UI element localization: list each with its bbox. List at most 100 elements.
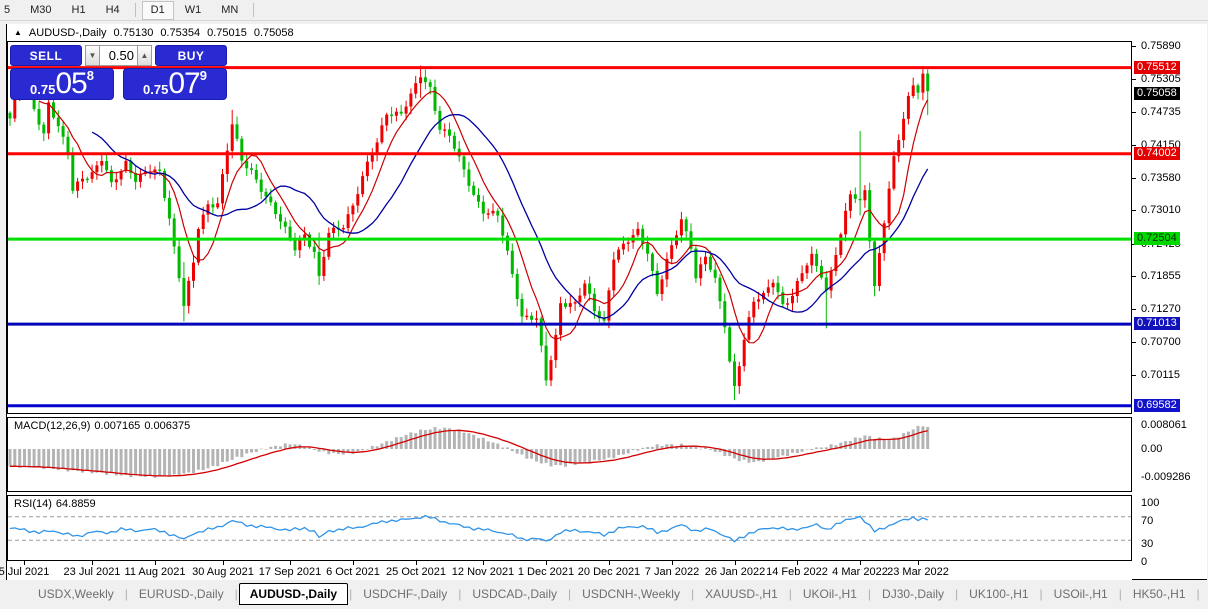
sell-price-prefix: 0.75	[30, 82, 55, 97]
price-level-badge: 0.75512	[1134, 61, 1180, 74]
timeframe-button-mn[interactable]: MN	[212, 1, 247, 20]
timeframe-button-w1[interactable]: W1	[176, 1, 211, 20]
date-tick-mark	[918, 561, 919, 565]
tab-separator: |	[1196, 587, 1201, 601]
chart-tab-dj30[interactable]: DJ30-,Daily	[872, 584, 954, 604]
date-tick-mark	[860, 561, 861, 565]
price-level-badge: 0.71013	[1134, 317, 1180, 330]
date-tick-mark	[223, 561, 224, 565]
price-tick-label: 0.70115	[1141, 369, 1180, 381]
price-level-badge: 0.72504	[1134, 232, 1180, 245]
timeframe-toolbar: 5M30H1H4 D1W1MN	[0, 0, 1208, 21]
price-tick-mark	[1132, 276, 1136, 277]
date-tick-mark	[290, 561, 291, 565]
chart-tab-usoil[interactable]: USOil-,H1	[1044, 584, 1118, 604]
date-tick-mark	[24, 561, 25, 565]
chart-tab-xauusd[interactable]: XAUUSD-,H1	[695, 584, 788, 604]
price-tick-mark	[1132, 375, 1136, 376]
collapse-arrow-icon[interactable]: ▲	[14, 28, 22, 37]
chart-tab-ukoil[interactable]: UKOil-,H1	[793, 584, 867, 604]
volume-increase-button[interactable]: ▲	[137, 45, 152, 66]
price-tick-label: 0.70700	[1141, 336, 1181, 348]
rsi-scale-label: 70	[1141, 515, 1153, 527]
price-tick-label: 0.71855	[1141, 270, 1181, 282]
chart-tab-audusd[interactable]: AUDUSD-,Daily	[239, 583, 348, 605]
volume-input[interactable]: 0.50	[100, 45, 137, 66]
ohlc-low: 0.75015	[207, 27, 247, 39]
chart-tab-usdcad[interactable]: USDCAD-,Daily	[462, 584, 567, 604]
arrow-down-icon: ▼	[89, 51, 97, 60]
timeframe-button-m30[interactable]: M30	[21, 1, 60, 20]
macd-header: MACD(12,26,9)0.0071650.006375	[14, 420, 194, 432]
price-tick-mark	[1132, 342, 1136, 343]
chart-tab-eurusd[interactable]: EURUSD-,Daily	[129, 584, 234, 604]
timeframe-button-5[interactable]: 5	[1, 1, 19, 20]
price-level-badge: 0.74002	[1134, 147, 1180, 160]
price-tick-label: 0.73580	[1141, 172, 1181, 184]
rsi-scale-label: 30	[1141, 538, 1153, 550]
buy-button[interactable]: BUY	[155, 45, 227, 66]
date-tick-mark	[609, 561, 610, 565]
chart-tab-usdchf[interactable]: USDCHF-,Daily	[353, 584, 457, 604]
tab-separator: |	[234, 587, 239, 601]
toolbar-separator	[135, 3, 136, 17]
buy-price-big-digits: 07	[168, 71, 199, 97]
chart-tab-usdcnh[interactable]: USDCNH-,Weekly	[572, 584, 690, 604]
date-tick-mark	[672, 561, 673, 565]
macd-scale-label: 0.00	[1141, 443, 1162, 455]
volume-spinner: ▼ 0.50 ▲	[85, 45, 152, 66]
price-tick-mark	[1132, 79, 1136, 80]
date-tick-mark	[92, 561, 93, 565]
date-tick-label: 23 Mar 2022	[878, 566, 958, 578]
ohlc-strip: ▲ AUDUSD-,Daily 0.75130 0.75354 0.75015 …	[7, 24, 1207, 41]
chart-tab-usdx[interactable]: USDX,Weekly	[28, 584, 124, 604]
price-tick-label: 0.73010	[1141, 204, 1181, 216]
buy-price-display[interactable]: 0.75079	[123, 68, 227, 100]
timeframe-button-h4[interactable]: H4	[97, 1, 129, 20]
metatrader-window: 5M30H1H4 D1W1MN ▲ AUDUSD-,Daily 0.75130 0…	[0, 0, 1208, 609]
chart-window: ▲ AUDUSD-,Daily 0.75130 0.75354 0.75015 …	[6, 24, 1207, 580]
rsi-scale-label: 0	[1141, 556, 1147, 568]
rsi-scale-label: 100	[1141, 497, 1159, 509]
price-tick-mark	[1132, 112, 1136, 113]
sell-price-big-digits: 05	[55, 71, 86, 97]
date-tick-mark	[546, 561, 547, 565]
timeframe-button-d1[interactable]: D1	[142, 1, 174, 20]
date-tick-mark	[353, 561, 354, 565]
arrow-up-icon: ▲	[141, 51, 149, 60]
chart-tab-hk50[interactable]: HK50-,H1	[1123, 584, 1196, 604]
ohlc-high: 0.75354	[160, 27, 200, 39]
macd-pane[interactable]: MACD(12,26,9)0.0071650.006375	[7, 417, 1132, 492]
toolbar-separator	[253, 3, 254, 17]
rsi-pane[interactable]: RSI(14)64.8859	[7, 495, 1132, 561]
price-tick-label: 0.75890	[1141, 40, 1181, 52]
date-tick-mark	[483, 561, 484, 565]
price-tick-label: 0.75305	[1141, 73, 1181, 85]
chart-tab-uk100[interactable]: UK100-,H1	[959, 584, 1038, 604]
chart-symbol-period: AUDUSD-,Daily	[29, 27, 107, 39]
date-tick-mark	[416, 561, 417, 565]
rsi-header: RSI(14)64.8859	[14, 498, 100, 510]
ohlc-close: 0.75058	[254, 27, 294, 39]
macd-scale-label: -0.009286	[1141, 471, 1191, 483]
price-tick-mark	[1132, 178, 1136, 179]
price-tick-mark	[1132, 145, 1136, 146]
chart-tab-bar: USDX,Weekly|EURUSD-,Daily|AUDUSD-,Daily|…	[0, 582, 1208, 606]
buy-price-pipette: 9	[200, 70, 207, 82]
price-level-badge: 0.75058	[1134, 87, 1180, 100]
macd-scale-label: 0.008061	[1141, 419, 1187, 431]
one-click-trading-panel: SELL ▼ 0.50 ▲ BUY 0.75058 0.75079	[10, 45, 227, 102]
price-tick-label: 0.71270	[1141, 303, 1181, 315]
buy-price-prefix: 0.75	[143, 82, 168, 97]
price-tick-mark	[1132, 309, 1136, 310]
ohlc-open: 0.75130	[114, 27, 154, 39]
rsi-chart-svg[interactable]	[8, 496, 1131, 560]
price-tick-mark	[1132, 46, 1136, 47]
timeframe-button-h1[interactable]: H1	[63, 1, 95, 20]
sell-button[interactable]: SELL	[10, 45, 82, 66]
price-tick-mark	[1132, 210, 1136, 211]
sell-price-display[interactable]: 0.75058	[10, 68, 114, 100]
date-axis: 5 Jul 202123 Jul 202111 Aug 202130 Aug 2…	[7, 561, 1132, 580]
volume-decrease-button[interactable]: ▼	[85, 45, 100, 66]
price-level-badge: 0.69582	[1134, 399, 1180, 412]
